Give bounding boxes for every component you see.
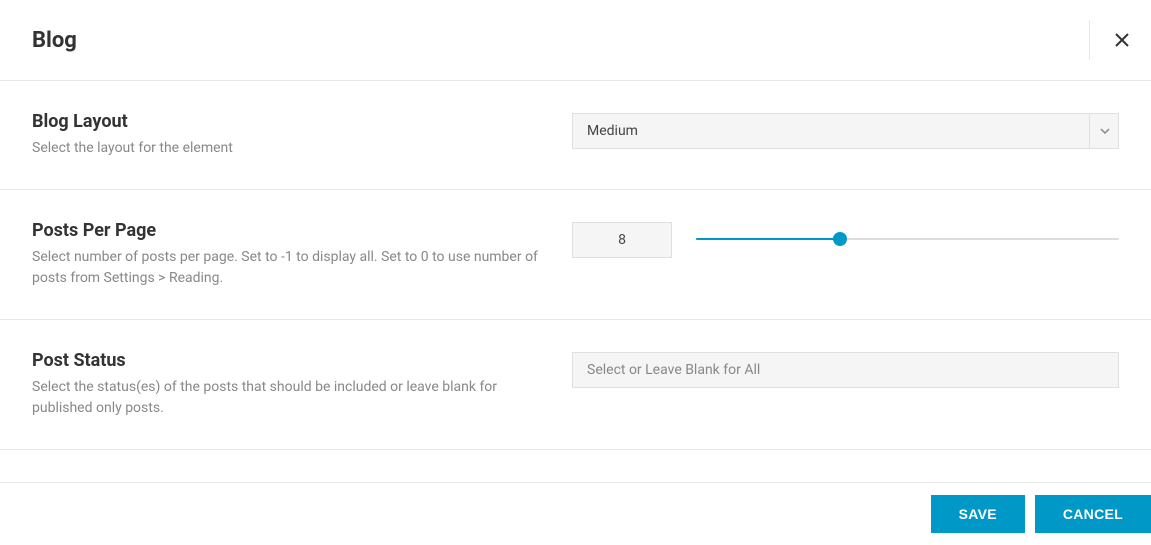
section-posts-per-page: Posts Per Page Select number of posts pe… [0,190,1151,320]
close-button[interactable] [1089,20,1129,60]
blog-layout-select[interactable]: Medium [572,113,1119,149]
modal-header: Blog [0,0,1151,81]
section-desc: Select the layout for the element [32,138,542,159]
section-right: 8 [572,220,1119,289]
section-desc: Select number of posts per page. Set to … [32,247,542,289]
modal-title: Blog [32,28,77,53]
section-left: Blog Layout Select the layout for the el… [32,111,572,159]
section-right: Select or Leave Blank for All [572,350,1119,419]
section-desc: Select the status(es) of the posts that … [32,377,542,419]
blog-settings-modal: Blog Blog Layout Select the layout for t… [0,0,1151,545]
select-value: Medium [587,123,1104,139]
modal-footer: Save Cancel [0,482,1151,545]
section-title: Post Status [32,350,542,371]
section-left: Post Status Select the status(es) of the… [32,350,572,419]
section-left: Posts Per Page Select number of posts pe… [32,220,572,289]
save-button[interactable]: Save [931,495,1025,533]
section-title: Posts Per Page [32,220,542,241]
modal-content[interactable]: Blog Layout Select the layout for the el… [0,81,1151,482]
close-icon [1115,33,1129,47]
posts-per-page-slider[interactable] [696,222,1119,256]
section-post-status: Post Status Select the status(es) of the… [0,320,1151,450]
section-title: Blog Layout [32,111,542,132]
slider-fill [696,238,840,240]
section-right: Medium [572,111,1119,159]
section-blog-layout: Blog Layout Select the layout for the el… [0,81,1151,190]
cancel-button[interactable]: Cancel [1035,495,1151,533]
posts-per-page-input[interactable]: 8 [572,222,672,258]
chevron-down-icon [1089,113,1119,149]
slider-track [696,238,1119,240]
post-status-select[interactable]: Select or Leave Blank for All [572,352,1119,388]
slider-thumb[interactable] [833,232,847,246]
